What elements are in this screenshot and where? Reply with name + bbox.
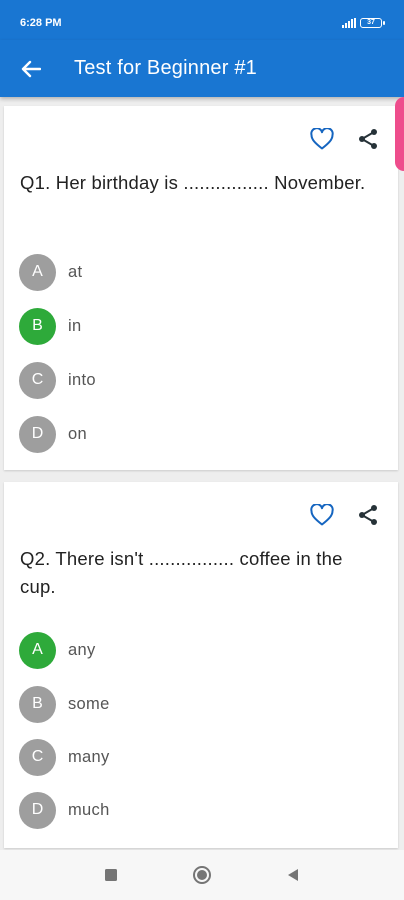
system-nav-bar — [0, 850, 404, 900]
status-bar: 6:28 PM 37 — [0, 0, 404, 40]
scroll-indicator[interactable] — [395, 97, 404, 171]
option-text: many — [68, 747, 110, 766]
share-button[interactable] — [354, 501, 382, 529]
option-text: in — [68, 316, 82, 335]
question-card: Q2. There isn't ................ coffee … — [4, 482, 398, 848]
option-text: much — [68, 800, 110, 819]
option-text: any — [68, 640, 96, 659]
option-b[interactable]: B in — [19, 306, 379, 346]
status-time: 6:28 PM — [20, 17, 62, 29]
heart-outline-icon — [310, 504, 334, 526]
question-text: Q2. There isn't ................ coffee … — [20, 548, 343, 597]
option-c[interactable]: C many — [19, 737, 379, 777]
heart-outline-icon — [310, 128, 334, 150]
page-title: Test for Beginner #1 — [74, 57, 257, 79]
option-d[interactable]: D on — [19, 414, 379, 454]
option-a[interactable]: A any — [19, 630, 379, 670]
option-letter-correct: A — [19, 631, 56, 669]
question-text: Q1. Her birthday is ................ Nov… — [20, 172, 366, 193]
option-letter: B — [19, 685, 56, 723]
back-nav-button[interactable] — [282, 864, 304, 886]
arrow-left-icon — [21, 60, 41, 78]
option-letter: C — [19, 361, 56, 399]
option-text: into — [68, 370, 96, 389]
option-letter: C — [19, 738, 56, 776]
option-letter: D — [19, 415, 56, 453]
option-text: on — [68, 424, 87, 443]
square-icon — [105, 869, 117, 881]
share-button[interactable] — [354, 125, 382, 153]
option-text: at — [68, 262, 83, 281]
recents-button[interactable] — [100, 864, 122, 886]
option-text: some — [68, 694, 110, 713]
option-letter: A — [19, 253, 56, 291]
app-bar: Test for Beginner #1 — [0, 40, 404, 97]
option-letter-correct: B — [19, 307, 56, 345]
favorite-button[interactable] — [308, 501, 336, 529]
option-letter: D — [19, 791, 56, 829]
question-card: Q1. Her birthday is ................ Nov… — [4, 106, 398, 470]
share-icon — [359, 505, 377, 525]
battery-icon: 37 — [360, 18, 385, 28]
circle-icon — [193, 866, 211, 884]
triangle-left-icon — [288, 869, 298, 881]
option-b[interactable]: B some — [19, 684, 379, 724]
option-c[interactable]: C into — [19, 360, 379, 400]
status-icons: 37 — [342, 18, 385, 28]
home-button[interactable] — [191, 864, 213, 886]
signal-icon — [342, 18, 356, 28]
share-icon — [359, 129, 377, 149]
option-d[interactable]: D much — [19, 790, 379, 830]
favorite-button[interactable] — [308, 125, 336, 153]
back-button[interactable] — [16, 54, 46, 84]
option-a[interactable]: A at — [19, 252, 379, 292]
